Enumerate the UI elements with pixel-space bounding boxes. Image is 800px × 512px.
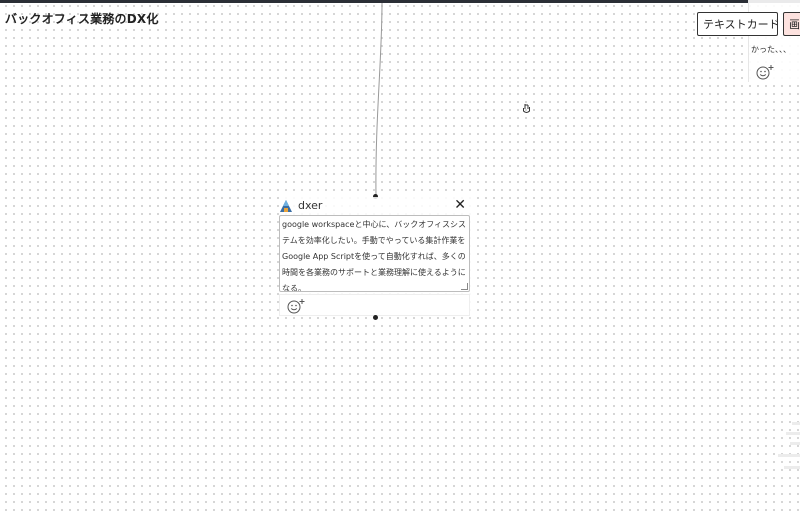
card-username: dxer [298,199,323,212]
text-card[interactable]: dxer ✕ google workspaceと中心に、バックオフィスシステムを… [279,197,472,317]
minimap-decoration [778,422,800,469]
text-card-button[interactable]: テキストカード [697,12,778,36]
card-text-content: google workspaceと中心に、バックオフィスシステムを効率化したい。… [282,220,467,292]
card-header: dxer ✕ [279,197,472,215]
image-card-button[interactable]: 画像 [783,12,800,36]
side-card-text: かった、、、 [751,45,791,54]
user-avatar-icon [280,200,292,212]
card-text[interactable]: google workspaceと中心に、バックオフィスシステムを効率化したい。… [279,215,470,292]
add-reaction-icon[interactable] [755,63,775,81]
connector-node-bottom[interactable] [373,315,378,320]
add-reaction-icon[interactable] [286,297,306,315]
card-footer [279,294,470,316]
resize-handle[interactable] [461,283,468,290]
close-icon[interactable]: ✕ [454,197,466,213]
hand-cursor-icon [523,104,530,113]
